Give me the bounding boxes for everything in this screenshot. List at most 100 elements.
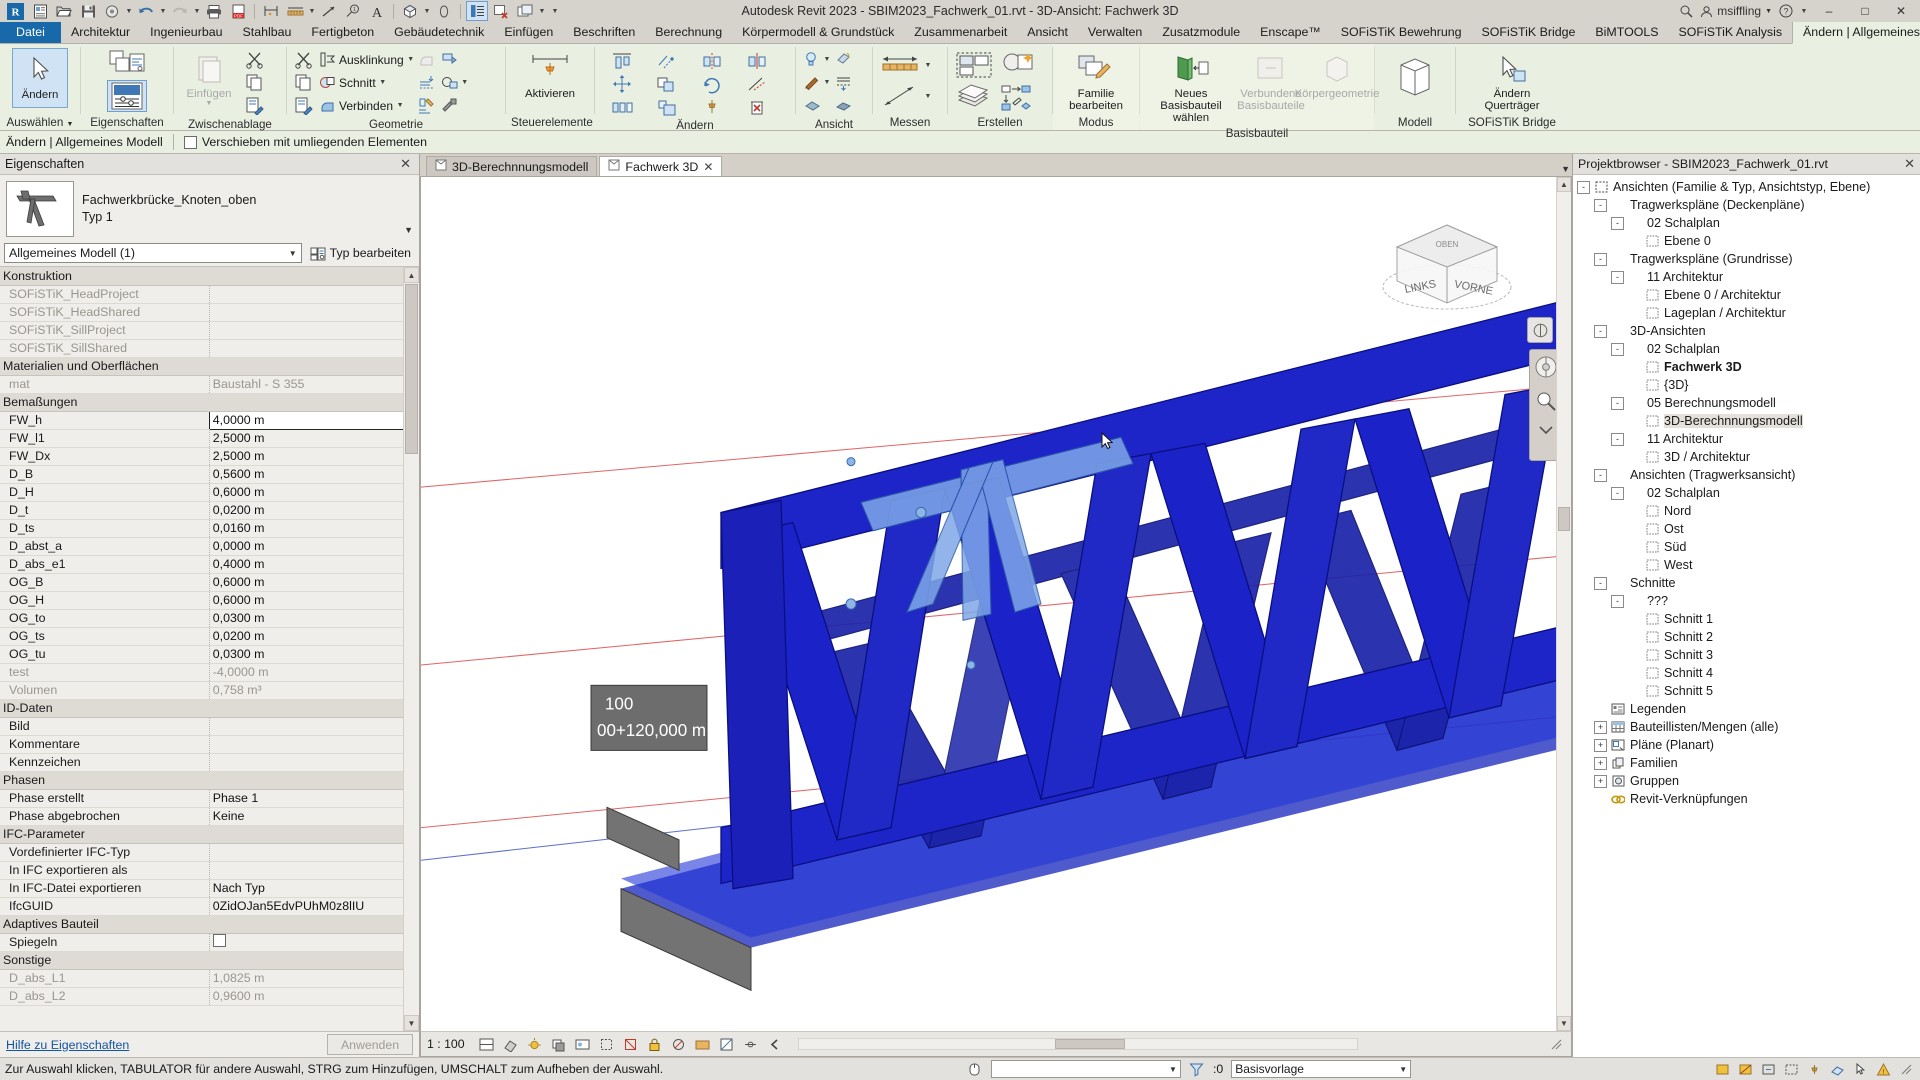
property-row[interactable]: SOFiSTiK_SillProject	[0, 321, 419, 340]
tree-expander-icon[interactable]: -	[1594, 252, 1607, 266]
activate-button[interactable]: Aktivieren	[517, 48, 583, 102]
ribbon-tab-bimtools[interactable]: BiMTOOLS	[1585, 21, 1668, 43]
open-icon[interactable]	[53, 1, 75, 21]
trim-icon[interactable]	[735, 73, 779, 95]
ribbon-tab-verwalten[interactable]: Verwalten	[1078, 21, 1152, 43]
property-row[interactable]: D_ts 0,0160 m	[0, 519, 419, 538]
workset-selector[interactable]: Basisvorlage ▼	[1231, 1060, 1412, 1078]
model-box-icon[interactable]	[1388, 56, 1442, 100]
beam-join-icon[interactable]	[439, 95, 461, 117]
lock-3d-view-icon[interactable]	[646, 1036, 663, 1053]
scissors-icon[interactable]	[243, 49, 265, 71]
property-row[interactable]: D_abst_a 0,0000 m	[0, 537, 419, 556]
property-row[interactable]: test -4,0000 m	[0, 663, 419, 682]
property-row[interactable]: IfcGUID 0ZidOJan5EdvPUhM0z8lIU	[0, 897, 419, 916]
parts-icon[interactable]	[801, 95, 823, 117]
ribbon-tab-stahlbau[interactable]: Stahlbau	[233, 21, 302, 43]
property-value[interactable]	[209, 285, 419, 304]
constraints-icon[interactable]	[742, 1036, 759, 1053]
properties-scrollbar[interactable]: ▲ ▼	[403, 267, 419, 1031]
crop-view-icon[interactable]	[598, 1036, 615, 1053]
property-value[interactable]	[209, 753, 419, 772]
property-value[interactable]: -4,0000 m	[209, 663, 419, 682]
tree-expander-icon[interactable]: -	[1611, 270, 1624, 284]
text-icon[interactable]: A	[366, 1, 388, 21]
view-template-icon[interactable]	[832, 49, 854, 71]
tree-node[interactable]: Ebene 0	[1577, 232, 1920, 250]
select-face-icon[interactable]	[1830, 1061, 1846, 1077]
close-button[interactable]: ✕	[1886, 1, 1916, 21]
linked-host-button[interactable]: Verbundene Basisbauteile	[1237, 48, 1305, 114]
rendering-dialog-icon[interactable]	[574, 1036, 591, 1053]
tree-node[interactable]: Schnitt 2	[1577, 628, 1920, 646]
ribbon-tab-beschriften[interactable]: Beschriften	[563, 21, 645, 43]
select-links-icon[interactable]	[1761, 1061, 1777, 1077]
property-value[interactable]: 0,6000 m	[209, 591, 419, 610]
save-as-icon[interactable]	[101, 1, 123, 21]
viewcube-home-button[interactable]	[1527, 317, 1553, 343]
property-row[interactable]: SOFiSTiK_HeadShared	[0, 303, 419, 322]
property-value[interactable]	[209, 717, 419, 736]
tree-node[interactable]: - 11 Architektur	[1577, 430, 1920, 448]
property-row[interactable]: Spiegeln	[0, 933, 419, 952]
lightbulb-icon[interactable]	[801, 49, 823, 71]
filter-icon[interactable]	[1189, 1061, 1205, 1077]
tree-node[interactable]: 3D / Architektur	[1577, 448, 1920, 466]
array-icon[interactable]	[600, 96, 644, 118]
tree-expander-icon[interactable]: -	[1611, 486, 1624, 500]
apply-button[interactable]: Anwenden	[327, 1034, 413, 1055]
help-caret-icon[interactable]: ▼	[1800, 0, 1808, 22]
tree-expander-icon[interactable]: +	[1594, 774, 1607, 788]
tree-node[interactable]: Fachwerk 3D	[1577, 358, 1920, 376]
measure-h-caret-icon[interactable]: ▼	[924, 54, 932, 76]
delete-icon[interactable]	[735, 96, 779, 118]
ribbon-tab-berechnung[interactable]: Berechnung	[645, 21, 732, 43]
search-icon[interactable]	[1678, 3, 1694, 19]
default-3d-caret-icon[interactable]: ▼	[423, 0, 431, 22]
property-value[interactable]: 0,758 m³	[209, 681, 419, 700]
property-row[interactable]: OG_B 0,6000 m	[0, 573, 419, 592]
tree-node[interactable]: - 11 Architektur	[1577, 268, 1920, 286]
tree-expander-icon[interactable]: +	[1594, 720, 1607, 734]
property-value[interactable]	[209, 861, 419, 880]
tree-node[interactable]: + Familien	[1577, 754, 1920, 772]
property-row[interactable]: Volumen 0,758 m³	[0, 681, 419, 700]
property-value[interactable]: 0,0200 m	[209, 627, 419, 646]
move-with-nearby-checkbox[interactable]: Verschieben mit umliegenden Elementen	[183, 135, 427, 149]
save-as-caret-icon[interactable]: ▼	[125, 0, 133, 22]
tree-node[interactable]: + Pläne (Planart)	[1577, 736, 1920, 754]
ribbon-tab-k-rpermodell-grundst-ck[interactable]: Körpermodell & Grundstück	[732, 21, 904, 43]
thin-lines-icon[interactable]	[466, 1, 488, 21]
ribbon-tab-zusatzmodule[interactable]: Zusatzmodule	[1152, 21, 1250, 43]
property-value[interactable]	[209, 933, 419, 952]
canvas-scroll-up-icon[interactable]: ▲	[1557, 177, 1571, 192]
property-value[interactable]: 0,4000 m	[209, 555, 419, 574]
property-value[interactable]	[209, 735, 419, 754]
maximize-button[interactable]: □	[1850, 1, 1880, 21]
type-selector-caret-icon[interactable]: ▼	[404, 225, 413, 235]
join-button[interactable]: Verbinden	[315, 94, 396, 118]
browser-close-icon[interactable]: ✕	[1904, 156, 1915, 172]
property-value[interactable]	[209, 843, 419, 862]
tree-node[interactable]: - Tragwerkspläne (Grundrisse)	[1577, 250, 1920, 268]
tree-node[interactable]: - Ansichten (Tragwerksansicht)	[1577, 466, 1920, 484]
rotate-icon[interactable]	[690, 73, 734, 95]
element-selector[interactable]: Allgemeines Modell (1) ▼	[4, 243, 302, 263]
view-tab-1[interactable]: Fachwerk 3D ✕	[599, 156, 723, 176]
linework-caret-icon[interactable]: ▼	[823, 72, 831, 94]
paint-icon[interactable]	[439, 49, 461, 71]
tree-node[interactable]: West	[1577, 556, 1920, 574]
steering-wheel-icon[interactable]	[1534, 355, 1558, 382]
render-icon[interactable]	[832, 95, 854, 117]
property-row[interactable]: Phase abgebrochen Keine	[0, 807, 419, 826]
tree-node[interactable]: - 02 Schalplan	[1577, 484, 1920, 502]
resize-grip-icon[interactable]	[1548, 1036, 1565, 1053]
cut-caret-icon[interactable]: ▼	[379, 72, 387, 94]
property-row[interactable]: FW_h 4,0000 m	[0, 410, 419, 430]
tree-expander-icon[interactable]: -	[1611, 432, 1624, 446]
tree-node[interactable]: + Bauteillisten/Mengen (alle)	[1577, 718, 1920, 736]
property-value[interactable]: 0,0000 m	[209, 537, 419, 556]
switch-windows-caret-icon[interactable]: ▼	[538, 0, 546, 22]
property-value[interactable]: 4,0000 m	[208, 410, 419, 430]
tree-node[interactable]: - 02 Schalplan	[1577, 340, 1920, 358]
